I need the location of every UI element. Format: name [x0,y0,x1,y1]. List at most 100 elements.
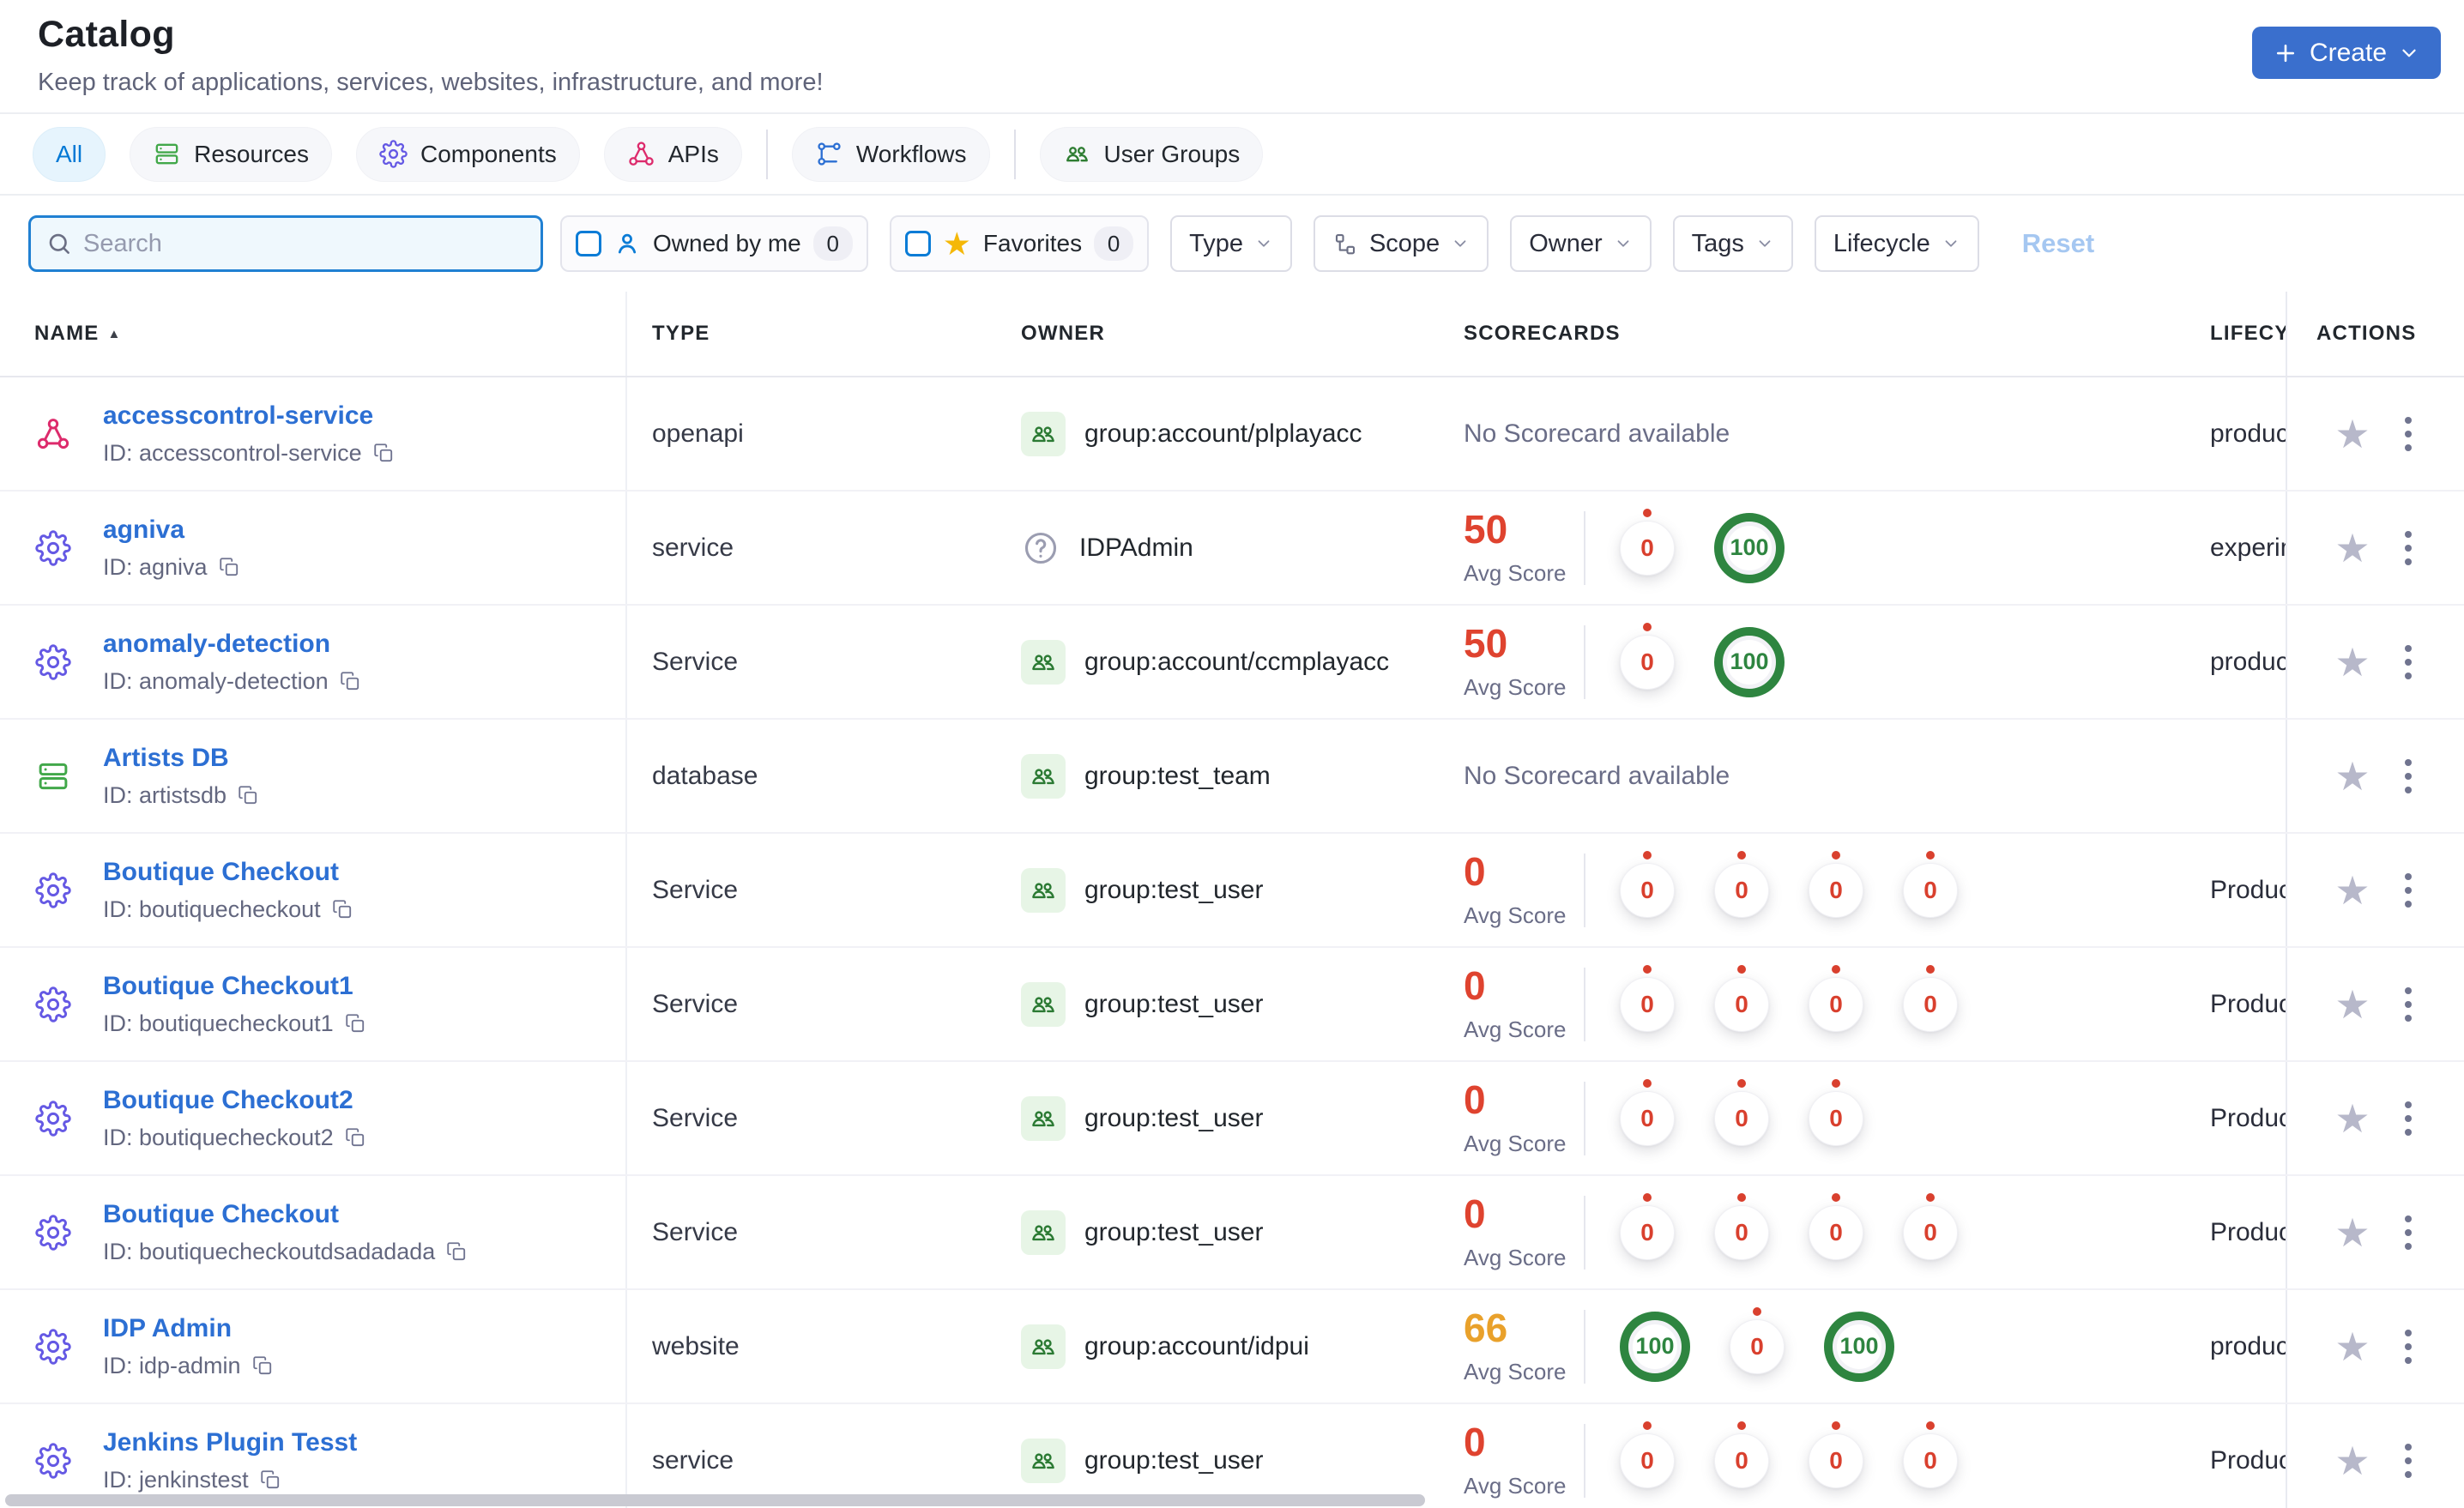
favorite-star-button[interactable]: ★ [2334,871,2370,910]
tab-all[interactable]: All [33,126,106,182]
search-box[interactable] [28,215,543,272]
kebab-menu-button[interactable] [2400,526,2417,570]
kebab-menu-button[interactable] [2400,1210,2417,1255]
kebab-menu-button[interactable] [2400,412,2417,456]
copy-icon[interactable] [237,784,259,806]
table-row[interactable]: Boutique Checkout2 ID: boutiquecheckout2 S… [0,1062,2464,1176]
reset-button[interactable]: Reset [2022,228,2094,259]
filter-dropdown-lifecycle[interactable]: Lifecycle [1814,215,1979,272]
scorecard-ring-zero[interactable]: 0 [1620,520,1675,576]
table-row[interactable]: Boutique Checkout ID: boutiquecheckout Ser… [0,834,2464,948]
favorite-star-button[interactable]: ★ [2334,985,2370,1024]
filter-dropdown-scope[interactable]: Scope [1313,215,1489,272]
table-row[interactable]: Artists DB ID: artistsdb database group:tes… [0,720,2464,834]
copy-icon[interactable] [339,670,361,692]
scorecard-ring-zero[interactable]: 0 [1620,1090,1675,1146]
scorecard-ring-zero[interactable]: 0 [1903,862,1958,918]
entity-name-link[interactable]: Jenkins Plugin Tesst [103,1428,357,1457]
scorecard-ring-full[interactable]: 100 [1714,512,1785,583]
tab-apis[interactable]: APIs [603,126,742,182]
favorite-star-button[interactable]: ★ [2334,414,2370,454]
scorecard-ring-zero[interactable]: 0 [1714,1433,1769,1488]
copy-icon[interactable] [218,556,240,578]
kebab-menu-button[interactable] [2400,868,2417,913]
copy-icon[interactable] [259,1469,281,1491]
entity-name-link[interactable]: IDP Admin [103,1314,274,1343]
scorecard-ring-zero[interactable]: 0 [1903,1433,1958,1488]
search-input[interactable] [83,229,525,258]
favorite-star-button[interactable]: ★ [2334,1327,2370,1366]
scorecard-ring-full[interactable]: 100 [1714,626,1785,697]
entity-name-link[interactable]: agniva [103,516,240,545]
owned-by-me-checkbox[interactable] [576,231,601,256]
favorite-star-button[interactable]: ★ [2334,642,2370,682]
scorecard-ring-zero[interactable]: 0 [1809,1433,1863,1488]
scorecard-ring-zero[interactable]: 0 [1620,634,1675,690]
sort-ascending-icon[interactable]: ▲ [107,327,120,341]
scorecard-ring-zero[interactable]: 0 [1809,1090,1863,1146]
kebab-menu-button[interactable] [2400,1324,2417,1369]
filter-dropdown-tags[interactable]: Tags [1672,215,1793,272]
scorecard-ring-zero[interactable]: 0 [1903,976,1958,1032]
entity-name-link[interactable]: Boutique Checkout2 [103,1086,366,1115]
scorecard-ring-full[interactable]: 100 [1824,1311,1894,1382]
scorecard-ring-zero[interactable]: 0 [1620,1204,1675,1260]
entity-name-link[interactable]: Boutique Checkout [103,1200,468,1229]
filter-dropdown-owner[interactable]: Owner [1510,215,1652,272]
copy-icon[interactable] [445,1240,468,1263]
horizontal-scrollbar-thumb[interactable] [5,1494,1425,1506]
scorecard-ring-zero[interactable]: 0 [1730,1318,1785,1374]
kebab-menu-button[interactable] [2400,754,2417,799]
table-row[interactable]: accesscontrol-service ID: accesscontrol-s… [0,377,2464,492]
tab-resources[interactable]: Resources [130,126,332,182]
favorite-star-button[interactable]: ★ [2334,528,2370,568]
table-row[interactable]: Jenkins Plugin Tesst ID: jenkinstest servi… [0,1404,2464,1508]
table-row[interactable]: Boutique Checkout ID: boutiquecheckoutdsa… [0,1176,2464,1290]
scorecard-ring-zero[interactable]: 0 [1809,976,1863,1032]
kebab-menu-button[interactable] [2400,1439,2417,1483]
copy-icon[interactable] [372,442,395,464]
copy-icon[interactable] [251,1354,274,1377]
chevron-down-icon [2398,42,2420,64]
scorecard-ring-zero[interactable]: 0 [1809,1204,1863,1260]
create-button[interactable]: Create [2251,27,2441,79]
copy-icon[interactable] [331,898,353,920]
table-row[interactable]: IDP Admin ID: idp-admin website group:accou… [0,1290,2464,1404]
entity-name-link[interactable]: Boutique Checkout [103,858,353,887]
entity-name-link[interactable]: anomaly-detection [103,630,361,659]
scorecard-ring-zero[interactable]: 0 [1620,1433,1675,1488]
tab-workflows[interactable]: Workflows [791,126,990,182]
favorites-filter[interactable]: ★ Favorites 0 [889,215,1150,272]
kebab-menu-button[interactable] [2400,640,2417,685]
copy-icon[interactable] [344,1012,366,1034]
table-row[interactable]: agniva ID: agniva service IDPAdmin 50 Avg Sco… [0,492,2464,606]
kebab-menu-button[interactable] [2400,1096,2417,1141]
scorecard-ring-zero[interactable]: 0 [1620,976,1675,1032]
entity-name-link[interactable]: Artists DB [103,744,259,773]
scorecard-ring-zero[interactable]: 0 [1620,862,1675,918]
entity-name-link[interactable]: Boutique Checkout1 [103,972,366,1001]
scorecard-ring-zero[interactable]: 0 [1714,862,1769,918]
favorite-star-button[interactable]: ★ [2334,1099,2370,1138]
table-row[interactable]: anomaly-detection ID: anomaly-detection Se… [0,606,2464,720]
owned-by-me-filter[interactable]: Owned by me 0 [560,215,868,272]
kebab-menu-button[interactable] [2400,982,2417,1027]
favorite-star-button[interactable]: ★ [2334,757,2370,796]
column-header-name[interactable]: NAME [34,322,99,346]
filter-dropdown-type[interactable]: Type [1170,215,1292,272]
scorecard-ring-zero[interactable]: 0 [1809,862,1863,918]
scorecard-ring-zero[interactable]: 0 [1714,976,1769,1032]
favorite-star-button[interactable]: ★ [2334,1441,2370,1481]
user-group-icon [1021,981,1066,1027]
scorecard-ring-full[interactable]: 100 [1620,1311,1690,1382]
scorecard-ring-zero[interactable]: 0 [1714,1204,1769,1260]
favorite-star-button[interactable]: ★ [2334,1213,2370,1252]
scorecard-ring-zero[interactable]: 0 [1903,1204,1958,1260]
table-row[interactable]: Boutique Checkout1 ID: boutiquecheckout1 S… [0,948,2464,1062]
copy-icon[interactable] [344,1126,366,1149]
tab-components[interactable]: Components [355,126,580,182]
scorecard-ring-zero[interactable]: 0 [1714,1090,1769,1146]
favorites-checkbox[interactable] [904,231,931,256]
entity-name-link[interactable]: accesscontrol-service [103,401,395,431]
tab-user-groups[interactable]: User Groups [1039,126,1264,182]
